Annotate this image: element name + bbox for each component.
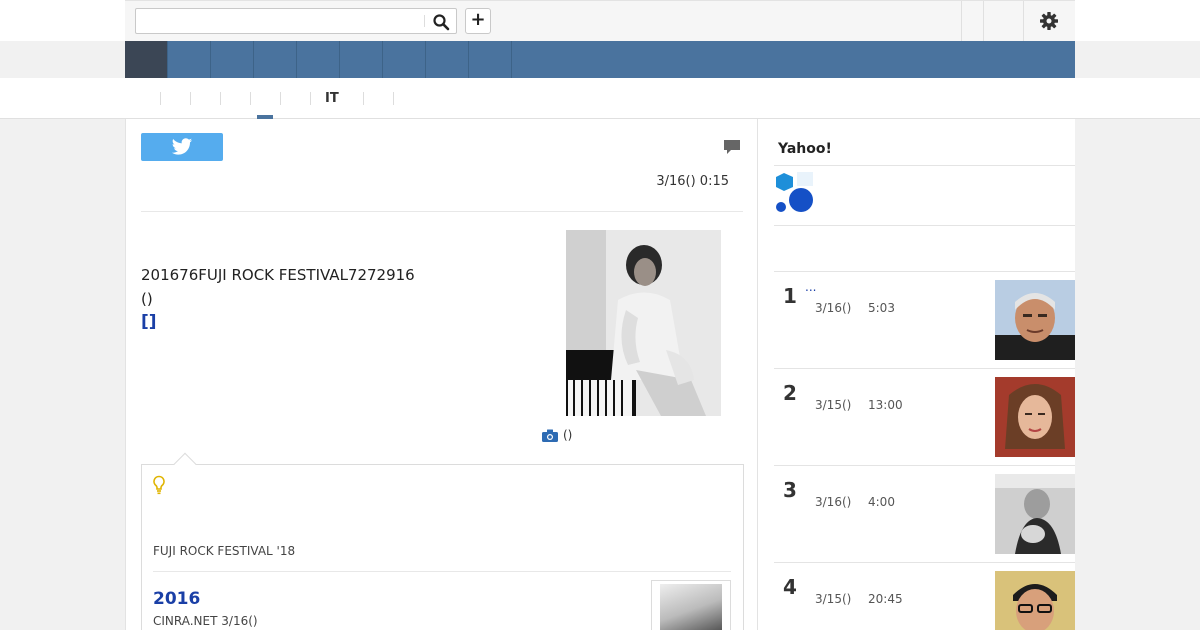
tweet-button[interactable] [141, 133, 223, 161]
nav-item[interactable] [426, 41, 469, 78]
ranking-item[interactable]: 3 3/16() 4:00 [774, 465, 1075, 562]
box-pointer [173, 452, 197, 476]
subnav-divider [393, 92, 394, 105]
nav-item[interactable] [469, 41, 512, 78]
yahoo-logo-icon[interactable] [775, 172, 815, 214]
article-body-line: () [141, 290, 153, 308]
rank-time: 5:03 [868, 301, 895, 315]
rank-time: 13:00 [868, 398, 903, 412]
subnav-divider [250, 92, 251, 105]
sidebar: Yahoo! 1 ... 3/16() 5:03 2 3/15() 13:00 [758, 119, 1075, 630]
divider [141, 211, 743, 212]
rank-thumbnail[interactable] [995, 377, 1075, 457]
rank-date: 3/15() [815, 398, 852, 412]
search-icon[interactable] [432, 13, 450, 31]
toolbar: + [125, 0, 1075, 41]
article-body: 201676FUJI ROCK FESTIVAL7272916 () [141, 263, 415, 311]
twitter-bird-icon [171, 138, 193, 155]
rank-thumbnail[interactable] [995, 474, 1075, 554]
subnav-item-it[interactable]: IT [325, 91, 339, 106]
subnav-divider [363, 92, 364, 105]
lightbulb-icon [153, 475, 165, 495]
nav-item[interactable] [211, 41, 254, 78]
toolbar-divider [961, 1, 962, 41]
related-thumbnail[interactable] [651, 580, 731, 630]
subnav-divider [160, 92, 161, 105]
nav-item[interactable] [297, 41, 340, 78]
rank-thumbnail[interactable] [995, 280, 1075, 360]
top-bar: + [0, 0, 1200, 41]
article-photo[interactable] [566, 230, 721, 416]
rank-time: 20:45 [868, 592, 903, 606]
ranking-item[interactable]: 4 3/15() 20:45 [774, 562, 1075, 630]
toolbar-divider [983, 1, 984, 41]
nav-item[interactable] [168, 41, 211, 78]
rank-date: 3/16() [815, 495, 852, 509]
rank-date: 3/15() [815, 592, 852, 606]
nav-item-home[interactable] [125, 41, 168, 78]
rank-time: 4:00 [868, 495, 895, 509]
related-tag[interactable]: FUJI ROCK FESTIVAL '18 [153, 544, 295, 558]
article: 3/16() 0:15 201676FUJI ROCK FESTIVAL7272… [125, 119, 758, 630]
article-photo-image [566, 230, 721, 416]
related-headline-link[interactable]: 2016 [153, 589, 200, 609]
photo-caption[interactable]: () [542, 428, 572, 442]
category-nav [125, 41, 1075, 78]
search-input[interactable] [136, 9, 426, 33]
nav-item[interactable] [254, 41, 297, 78]
subnav-divider [280, 92, 281, 105]
gear-icon[interactable] [1039, 11, 1059, 31]
ranking-item[interactable]: 1 ... 3/16() 5:03 [774, 271, 1075, 368]
article-date: 3/16() 0:15 [656, 174, 729, 189]
rank-number: 4 [783, 575, 797, 599]
search-box [135, 8, 457, 34]
divider [774, 165, 1075, 166]
rank-date: 3/16() [815, 301, 852, 315]
article-body-line: 201676FUJI ROCK FESTIVAL7272916 [141, 266, 415, 284]
photo-caption-text: () [563, 428, 573, 442]
camera-icon [542, 429, 558, 442]
related-thumbnail-image [660, 584, 722, 630]
related-source: CINRA.NET 3/16() [153, 614, 258, 628]
subnav-divider [310, 92, 311, 105]
related-box: FUJI ROCK FESTIVAL '18 2016 CINRA.NET 3/… [141, 452, 744, 630]
subnav-divider [220, 92, 221, 105]
nav-item[interactable] [383, 41, 426, 78]
toolbar-divider [1023, 1, 1024, 41]
rank-number: 2 [783, 381, 797, 405]
search-divider [424, 15, 425, 27]
rank-number: 3 [783, 478, 797, 502]
comment-icon[interactable] [723, 138, 741, 156]
sub-nav: IT [0, 78, 1200, 119]
add-button[interactable]: + [465, 8, 491, 34]
sidebar-title: Yahoo! [778, 141, 832, 157]
rank-number: 1 [783, 284, 797, 308]
subnav-divider [190, 92, 191, 105]
nav-item[interactable] [340, 41, 383, 78]
article-read-more-link[interactable]: [] [141, 312, 157, 332]
rank-thumbnail[interactable] [995, 571, 1075, 630]
ranking-item[interactable]: 2 3/15() 13:00 [774, 368, 1075, 465]
divider [774, 225, 1075, 226]
divider [153, 571, 731, 572]
rank-title-link[interactable]: ... [805, 280, 816, 294]
